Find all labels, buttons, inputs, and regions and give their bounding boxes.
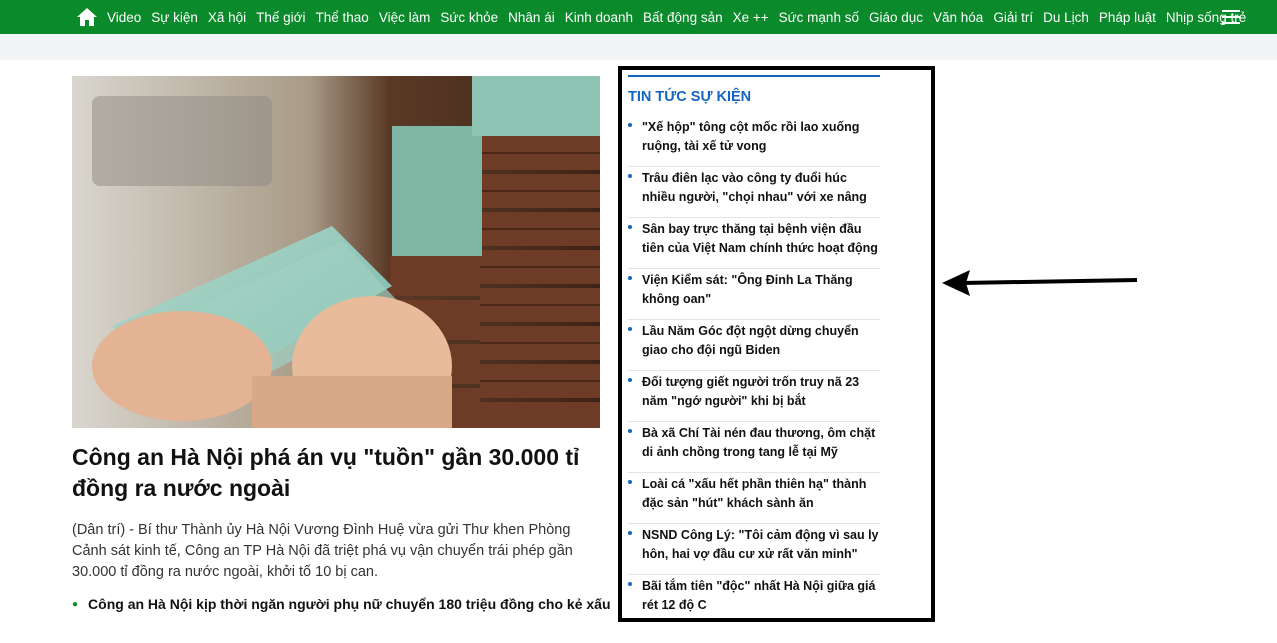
related-article-link[interactable]: ● Công an Hà Nội kịp thời ngăn người phụ… <box>72 596 612 612</box>
nav-item-kinh-doanh[interactable]: Kinh doanh <box>565 10 633 25</box>
sidebar-title[interactable]: TIN TỨC SỰ KIỆN <box>628 89 751 105</box>
bullet-icon: ● <box>72 598 79 610</box>
home-icon[interactable] <box>76 7 98 27</box>
bullet-icon <box>628 276 632 280</box>
news-item-title: Bà xã Chí Tài nén đau thương, ôm chặt di… <box>642 426 876 459</box>
news-item-title: Viện Kiểm sát: "Ông Đinh La Thăng không … <box>642 273 853 306</box>
news-item[interactable]: Bà xã Chí Tài nén đau thương, ôm chặt di… <box>628 422 880 473</box>
nav-item-video[interactable]: Video <box>107 10 141 25</box>
nav-item-su-kien[interactable]: Sự kiện <box>151 10 198 25</box>
arrow-left-icon <box>942 270 1138 296</box>
article-summary: (Dân trí) - Bí thư Thành ủy Hà Nội Vương… <box>72 522 573 580</box>
news-item-title: Lầu Năm Góc đột ngột dừng chuyển giao ch… <box>642 324 859 357</box>
article-hero-image[interactable] <box>72 76 600 428</box>
nav-item-suc-manh-so[interactable]: Sức mạnh số <box>779 10 859 25</box>
nav-item-xe[interactable]: Xe ++ <box>733 10 769 25</box>
nav-item-viec-lam[interactable]: Việc làm <box>379 10 431 25</box>
news-item-title: Đối tượng giết người trốn truy nã 23 năm… <box>642 375 860 408</box>
nav-item-du-lich[interactable]: Du Lịch <box>1043 10 1089 25</box>
news-item[interactable]: Loài cá "xấu hết phần thiên hạ" thành đặ… <box>628 473 880 524</box>
news-item[interactable]: "Xế hộp" tông cột mốc rồi lao xuống ruộn… <box>628 116 880 167</box>
sidebar-news-list: "Xế hộp" tông cột mốc rồi lao xuống ruộn… <box>628 116 880 626</box>
bullet-icon <box>628 225 632 229</box>
nav-item-giai-tri[interactable]: Giải trí <box>993 10 1033 25</box>
article-headline[interactable]: Công an Hà Nội phá án vụ "tuồn" gần 30.0… <box>72 442 602 504</box>
nav-item-the-gioi[interactable]: Thế giới <box>256 10 305 25</box>
bullet-icon <box>628 378 632 382</box>
nav-item-xa-hoi[interactable]: Xã hội <box>208 10 246 25</box>
news-item[interactable]: Bãi tắm tiên "độc" nhất Hà Nội giữa giá … <box>628 575 880 626</box>
nav-item-bat-dong-san[interactable]: Bất động sản <box>643 10 723 25</box>
news-item[interactable]: Lầu Năm Góc đột ngột dừng chuyển giao ch… <box>628 320 880 371</box>
news-item[interactable]: Đối tượng giết người trốn truy nã 23 năm… <box>628 371 880 422</box>
sidebar-top-divider <box>628 75 880 77</box>
hamburger-menu-icon[interactable] <box>1222 10 1240 24</box>
news-item[interactable]: Sân bay trực thăng tại bệnh viện đầu tiê… <box>628 218 880 269</box>
bullet-icon <box>628 531 632 535</box>
related-article-title: Công an Hà Nội kịp thời ngăn người phụ n… <box>88 596 611 612</box>
news-item[interactable]: NSND Công Lý: "Tôi cảm động vì sau ly hô… <box>628 524 880 575</box>
news-item-title: "Xế hộp" tông cột mốc rồi lao xuống ruộn… <box>642 120 860 153</box>
nav-item-suc-khoe[interactable]: Sức khỏe <box>440 10 498 25</box>
nav-item-phap-luat[interactable]: Pháp luật <box>1099 10 1156 25</box>
nav-item-giao-duc[interactable]: Giáo dục <box>869 10 923 25</box>
nav-menu: Video Sự kiện Xã hội Thế giới Thể thao V… <box>107 0 1256 34</box>
nav-item-nhan-ai[interactable]: Nhân ái <box>508 10 555 25</box>
news-item[interactable]: Trâu điên lạc vào công ty đuổi húc nhiều… <box>628 167 880 218</box>
bullet-icon <box>628 327 632 331</box>
news-item-title: Loài cá "xấu hết phần thiên hạ" thành đặ… <box>642 477 867 510</box>
top-navigation-bar: Video Sự kiện Xã hội Thế giới Thể thao V… <box>0 0 1277 34</box>
bullet-icon <box>628 123 632 127</box>
news-item-title: Trâu điên lạc vào công ty đuổi húc nhiều… <box>642 171 867 204</box>
sub-header-bar <box>0 34 1277 60</box>
nav-item-the-thao[interactable]: Thể thao <box>316 10 369 25</box>
bullet-icon <box>628 429 632 433</box>
news-item-title: NSND Công Lý: "Tôi cảm động vì sau ly hô… <box>642 528 879 561</box>
nav-item-van-hoa[interactable]: Văn hóa <box>933 10 983 25</box>
bullet-icon <box>628 480 632 484</box>
news-item-title: Sân bay trực thăng tại bệnh viện đầu tiê… <box>642 222 878 255</box>
bullet-icon <box>628 174 632 178</box>
news-item-title: Bãi tắm tiên "độc" nhất Hà Nội giữa giá … <box>642 579 876 612</box>
bullet-icon <box>628 582 632 586</box>
news-item[interactable]: Viện Kiểm sát: "Ông Đinh La Thăng không … <box>628 269 880 320</box>
